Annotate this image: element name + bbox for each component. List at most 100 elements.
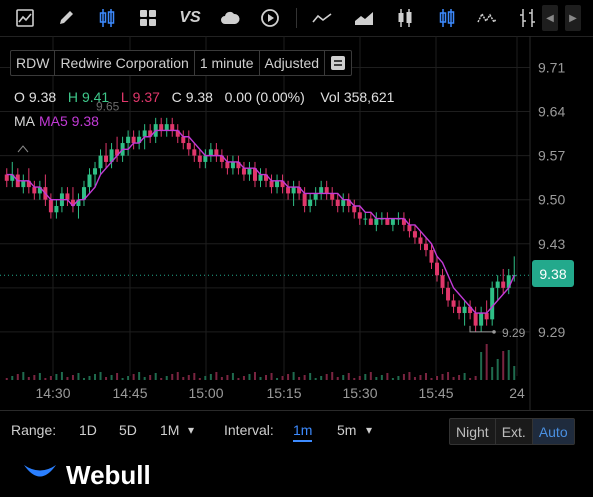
volume-bar <box>364 374 367 380</box>
menu-icon[interactable] <box>325 51 351 75</box>
volume-bar <box>187 375 190 380</box>
ma5-value: MA5 9.38 <box>39 113 99 129</box>
y-tick-label: 9.71 <box>538 59 565 75</box>
volume-bar <box>66 377 69 380</box>
volume-bar <box>303 375 306 380</box>
volume-bar <box>419 375 422 380</box>
interval-1m[interactable]: 1m <box>293 422 313 442</box>
close-label: C <box>171 89 182 105</box>
volume-bar <box>325 374 328 380</box>
area-chart-icon[interactable] <box>13 6 37 30</box>
x-tick-label: 15:15 <box>266 385 301 401</box>
candle-body <box>440 275 445 288</box>
range-1d[interactable]: 1D <box>79 422 97 438</box>
candle-body <box>341 199 346 206</box>
chevron-down-icon[interactable]: ▾ <box>188 423 194 437</box>
high-value: 9.41 <box>81 89 110 105</box>
mountain-chart-icon[interactable] <box>352 6 376 30</box>
volume-bar <box>397 376 400 380</box>
candle-body <box>418 237 423 244</box>
candlestick-icon[interactable] <box>95 6 119 30</box>
volume-bar <box>287 374 290 380</box>
candle-body <box>390 218 395 225</box>
candle-body <box>313 193 318 200</box>
session-toggle: Night Ext. Auto <box>449 418 575 445</box>
candle-body <box>126 136 131 144</box>
x-tick-label: 15:00 <box>188 385 223 401</box>
candle-selected-icon[interactable] <box>435 6 459 30</box>
volume-bar <box>358 376 361 380</box>
candle-body <box>412 231 417 238</box>
session-auto[interactable]: Auto <box>532 419 574 444</box>
candle-body <box>374 218 379 225</box>
volume-bar <box>441 374 444 380</box>
scroll-right-icon[interactable]: ▶ <box>565 5 581 31</box>
draw-pen-icon[interactable] <box>54 6 78 30</box>
volume-bar <box>149 375 152 380</box>
adjust-label[interactable]: Adjusted <box>260 51 326 75</box>
x-tick-label: 14:45 <box>112 385 147 401</box>
range-5d[interactable]: 5D <box>119 422 137 438</box>
x-tick-label: 15:30 <box>342 385 377 401</box>
candle-body <box>407 224 412 232</box>
volume-bar <box>424 373 427 380</box>
volume-bar <box>436 376 439 380</box>
session-ext[interactable]: Ext. <box>496 419 533 444</box>
candle-body <box>352 206 357 213</box>
symbol-ticker[interactable]: RDW <box>11 51 56 75</box>
volume-bar <box>259 377 262 380</box>
candle-body <box>181 136 186 144</box>
ohlc-readout: O 9.38 H 9.41 L 9.37 C 9.38 0.00 (0.00%) Vol… <box>14 89 394 105</box>
volume-bar <box>386 373 389 380</box>
high-label: H <box>67 89 78 105</box>
chevron-down-icon[interactable]: ▾ <box>366 423 372 437</box>
candle-body <box>131 136 136 144</box>
open-label: O <box>14 89 25 105</box>
candle-body <box>4 174 9 181</box>
candle-body <box>104 155 109 162</box>
volume-bar <box>132 374 135 380</box>
volume-bar <box>485 344 488 380</box>
volume-bar <box>71 375 74 380</box>
candle-body <box>247 168 252 175</box>
compare-vs-icon[interactable]: VS <box>177 6 203 30</box>
candle-body <box>241 168 246 175</box>
hollow-candle-icon[interactable] <box>516 6 540 30</box>
candle-body <box>462 306 467 314</box>
line-chart-icon[interactable] <box>310 6 334 30</box>
volume-bar <box>33 375 36 380</box>
volume-bar <box>127 376 130 380</box>
candle-body <box>159 124 164 131</box>
candle-body <box>142 130 147 137</box>
candle-body <box>275 180 280 188</box>
y-tick-label: 9.29 <box>538 324 565 340</box>
wave-chart-icon[interactable] <box>475 6 499 30</box>
interval-5m[interactable]: 5m <box>337 422 356 438</box>
bar-ohlc-icon[interactable] <box>393 6 417 30</box>
candle-body <box>446 287 451 301</box>
session-night[interactable]: Night <box>450 419 496 444</box>
session-low-marker <box>469 325 494 333</box>
candle-body <box>208 149 213 156</box>
volume-bar <box>336 377 339 380</box>
scroll-left-icon[interactable]: ◀ <box>542 5 558 31</box>
symbol-info-bar: RDW Redwire Corporation 1 minute Adjuste… <box>10 50 353 76</box>
candle-body <box>363 218 368 220</box>
replay-icon[interactable] <box>258 6 282 30</box>
volume-bar <box>402 374 405 380</box>
volume-bar <box>77 373 80 380</box>
volume-bar <box>309 373 312 380</box>
interval-label[interactable]: 1 minute <box>195 51 260 75</box>
cloud-icon[interactable] <box>218 6 242 30</box>
grid-layout-icon[interactable] <box>136 6 160 30</box>
volume-bar <box>480 352 483 380</box>
volume-bar <box>408 372 411 380</box>
brand-name: Webull <box>66 460 151 490</box>
volume-bar <box>248 374 251 380</box>
volume-bar <box>331 372 334 380</box>
volume-bar <box>116 373 119 380</box>
range-1m[interactable]: 1M <box>160 422 179 438</box>
volume-bar <box>94 374 97 380</box>
candle-body <box>54 206 59 213</box>
volume-bar <box>38 373 41 380</box>
